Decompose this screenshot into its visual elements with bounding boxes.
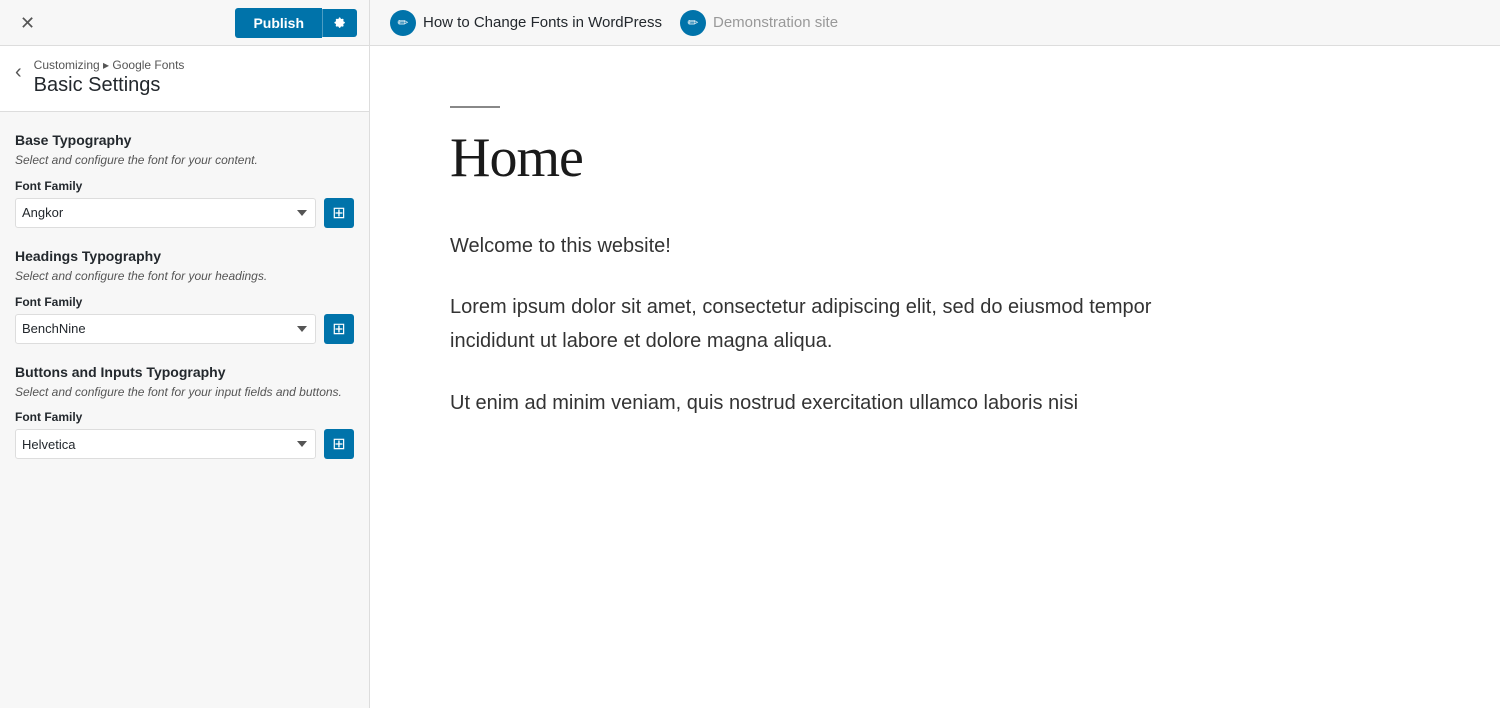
back-button[interactable]: ‹ xyxy=(15,60,26,82)
preview-link-1-text: How to Change Fonts in WordPress xyxy=(423,14,662,31)
base-font-expand-button[interactable]: ⊞ xyxy=(324,198,354,228)
publish-button[interactable]: Publish xyxy=(235,8,322,38)
buttons-inputs-typography-title: Buttons and Inputs Typography xyxy=(15,364,354,380)
settings-button[interactable] xyxy=(322,9,357,37)
base-font-family-row: Angkor Arial Georgia Helvetica Roboto Op… xyxy=(15,198,354,228)
breadcrumb-title: Basic Settings xyxy=(34,74,185,97)
headings-font-select[interactable]: BenchNine Arial Georgia Helvetica Roboto… xyxy=(15,314,316,344)
preview-content: Home Welcome to this website! Lorem ipsu… xyxy=(370,46,1270,708)
base-typography-desc: Select and configure the font for your c… xyxy=(15,152,354,169)
preview-link-1-icon: ✏ xyxy=(390,10,416,36)
headings-font-family-row: BenchNine Arial Georgia Helvetica Roboto… xyxy=(15,314,354,344)
preview-link-1[interactable]: ✏ How to Change Fonts in WordPress xyxy=(390,10,662,36)
buttons-inputs-font-expand-button[interactable]: ⊞ xyxy=(324,429,354,459)
base-typography-section: Base Typography Select and configure the… xyxy=(15,132,354,228)
breadcrumb-section: ‹ Customizing ▸ Google Fonts Basic Setti… xyxy=(0,46,369,112)
buttons-inputs-font-select[interactable]: Helvetica Arial Georgia BenchNine Roboto… xyxy=(15,429,316,459)
panel-content: Base Typography Select and configure the… xyxy=(0,112,369,708)
headings-typography-title: Headings Typography xyxy=(15,248,354,264)
main-preview: ✏ How to Change Fonts in WordPress ✏ Dem… xyxy=(370,0,1500,708)
preview-link-2-icon: ✏ xyxy=(680,10,706,36)
preview-link-2-text: Demonstration site xyxy=(713,14,838,31)
lorem-text: Lorem ipsum dolor sit amet, consectetur … xyxy=(450,290,1190,358)
sidebar: ✕ Publish ‹ Customizing ▸ Google Fonts B… xyxy=(0,0,370,708)
base-font-select[interactable]: Angkor Arial Georgia Helvetica Roboto Op… xyxy=(15,198,316,228)
lorem-text2: Ut enim ad minim veniam, quis nostrud ex… xyxy=(450,386,1190,420)
preview-topbar: ✏ How to Change Fonts in WordPress ✏ Dem… xyxy=(370,0,1500,46)
base-font-family-label: Font Family xyxy=(15,179,354,193)
welcome-text: Welcome to this website! xyxy=(450,230,1190,262)
buttons-inputs-typography-section: Buttons and Inputs Typography Select and… xyxy=(15,364,354,460)
home-title: Home xyxy=(450,126,1190,190)
headings-typography-desc: Select and configure the font for your h… xyxy=(15,268,354,285)
breadcrumb-path: Customizing ▸ Google Fonts xyxy=(34,58,185,72)
buttons-inputs-typography-desc: Select and configure the font for your i… xyxy=(15,384,354,401)
topbar: ✕ Publish xyxy=(0,0,369,46)
home-divider xyxy=(450,106,500,108)
gear-icon xyxy=(333,16,347,30)
publish-area: Publish xyxy=(235,8,357,38)
close-button[interactable]: ✕ xyxy=(12,10,43,36)
buttons-inputs-font-family-label: Font Family xyxy=(15,410,354,424)
headings-font-expand-button[interactable]: ⊞ xyxy=(324,314,354,344)
base-typography-title: Base Typography xyxy=(15,132,354,148)
preview-link-2[interactable]: ✏ Demonstration site xyxy=(680,10,838,36)
headings-typography-section: Headings Typography Select and configure… xyxy=(15,248,354,344)
buttons-inputs-font-family-row: Helvetica Arial Georgia BenchNine Roboto… xyxy=(15,429,354,459)
breadcrumb-text: Customizing ▸ Google Fonts Basic Setting… xyxy=(34,58,185,97)
headings-font-family-label: Font Family xyxy=(15,295,354,309)
